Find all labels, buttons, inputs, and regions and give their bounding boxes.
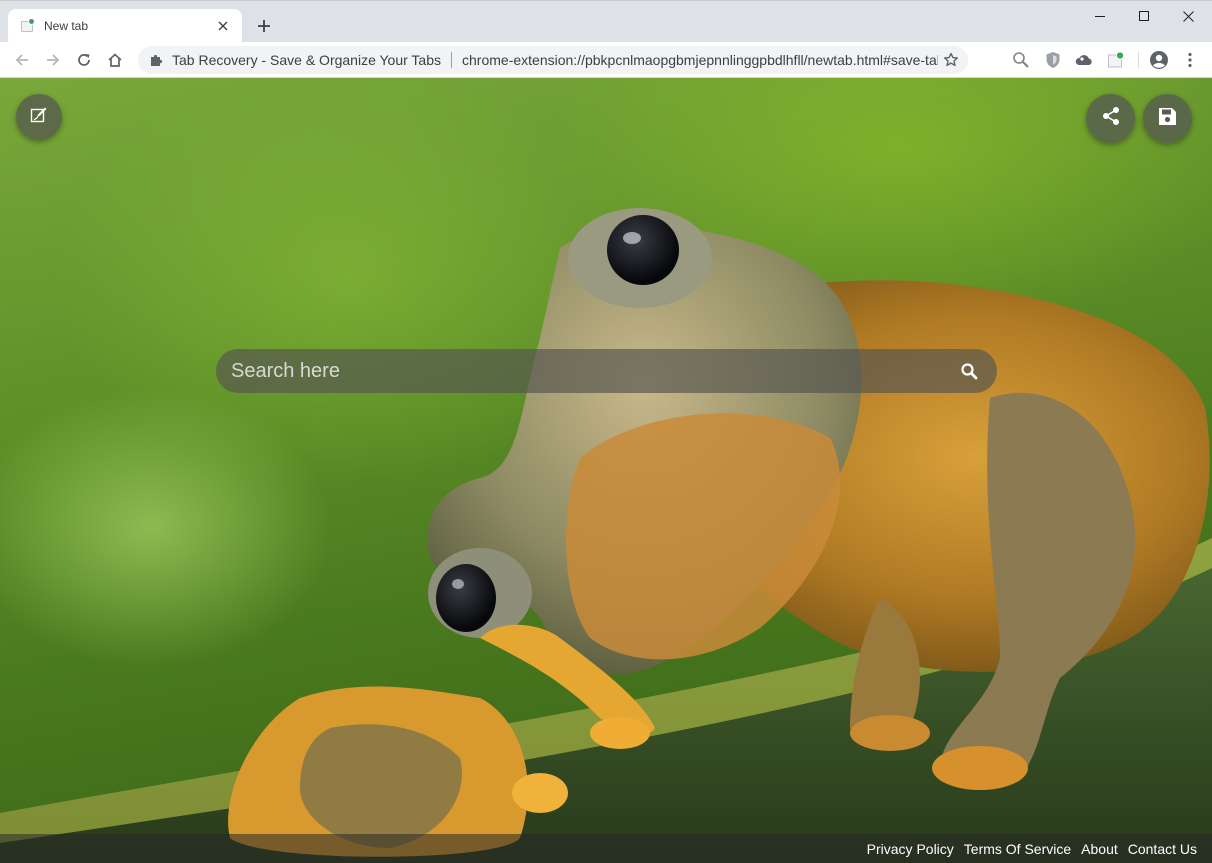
forward-arrow-icon[interactable] — [40, 47, 66, 73]
extension-name: Tab Recovery - Save & Organize Your Tabs — [172, 52, 442, 68]
home-icon[interactable] — [102, 47, 128, 73]
star-icon[interactable] — [938, 47, 964, 73]
background-photo-frog — [0, 208, 1212, 863]
search-icon[interactable] — [955, 357, 983, 385]
floppy-disk-icon — [1158, 107, 1177, 131]
search-input[interactable] — [231, 351, 955, 391]
magnifier-extension-icon[interactable] — [1010, 49, 1032, 71]
toolbar-divider — [1138, 52, 1139, 68]
profile-icon[interactable] — [1146, 47, 1172, 73]
save-button[interactable] — [1143, 94, 1192, 143]
tab-title: New tab — [44, 19, 89, 33]
terms-of-service-link[interactable]: Terms Of Service — [964, 841, 1071, 857]
shield-extension-icon[interactable] — [1042, 49, 1064, 71]
puzzle-piece-icon — [148, 52, 164, 68]
share-icon — [1101, 106, 1121, 131]
address-separator — [451, 52, 453, 68]
new-tab-page: Privacy Policy Terms Of Service About Co… — [0, 78, 1212, 863]
minimize-window-icon[interactable] — [1078, 1, 1122, 31]
about-link[interactable]: About — [1081, 841, 1118, 857]
share-button[interactable] — [1086, 94, 1135, 143]
back-arrow-icon[interactable] — [9, 47, 35, 73]
cloud-extension-icon[interactable] — [1073, 49, 1095, 71]
new-tab-plus-icon[interactable] — [252, 14, 276, 38]
close-window-icon[interactable] — [1166, 1, 1210, 31]
maximize-window-icon[interactable] — [1122, 1, 1166, 31]
edit-button[interactable] — [16, 94, 62, 140]
kebab-menu-icon[interactable] — [1177, 47, 1203, 73]
contact-us-link[interactable]: Contact Us — [1128, 841, 1197, 857]
tab-strip: New tab — [0, 0, 1212, 43]
reload-icon[interactable] — [71, 47, 97, 73]
edit-icon — [30, 106, 48, 129]
tab-favicon-icon — [20, 18, 36, 34]
close-tab-icon[interactable] — [214, 17, 232, 35]
privacy-policy-link[interactable]: Privacy Policy — [867, 841, 954, 857]
search-bar — [216, 349, 997, 393]
address-bar[interactable]: Tab Recovery - Save & Organize Your Tabs… — [138, 46, 968, 74]
browser-toolbar: Tab Recovery - Save & Organize Your Tabs… — [0, 42, 1212, 78]
footer: Privacy Policy Terms Of Service About Co… — [0, 834, 1212, 863]
tab-recovery-extension-icon[interactable] — [1105, 49, 1127, 71]
tab-new-tab[interactable]: New tab — [8, 9, 242, 43]
address-url: chrome-extension://pbkpcnlmaopgbmjepnnli… — [462, 52, 938, 68]
